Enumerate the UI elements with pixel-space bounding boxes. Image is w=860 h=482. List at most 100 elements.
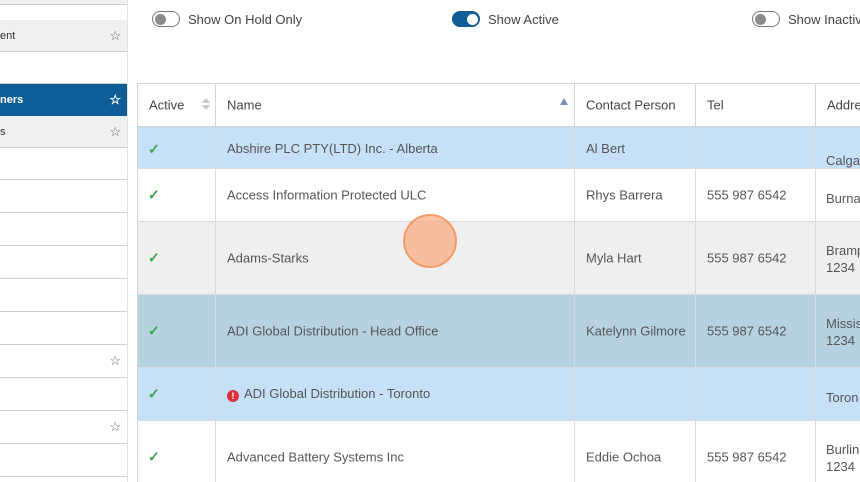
- show-on-hold-toggle[interactable]: Show On Hold Only: [152, 10, 302, 28]
- column-header-contact-label: Contact Person: [586, 97, 676, 113]
- sidebar-item[interactable]: [0, 279, 127, 312]
- alert-icon: !: [227, 390, 239, 402]
- switch-knob: [467, 13, 478, 25]
- contact-cell: Katelynn Gilmore: [575, 295, 696, 367]
- address-cell: Toron: [816, 368, 860, 420]
- address-line-2: 1234: [826, 332, 855, 348]
- address-cell: Missis 1234: [816, 295, 860, 367]
- sidebar-item[interactable]: [0, 180, 127, 213]
- column-header-name-label: Name: [227, 97, 262, 113]
- table-row[interactable]: ✓ Abshire PLC PTY(LTD) Inc. - Alberta Al B…: [138, 127, 860, 169]
- contact-person: Katelynn Gilmore: [586, 323, 686, 339]
- column-header-address[interactable]: Addre: [816, 84, 860, 127]
- inactive-switch[interactable]: [752, 11, 780, 27]
- column-header-name[interactable]: Name: [216, 84, 575, 127]
- sidebar-item[interactable]: ☆: [0, 0, 127, 5]
- switch-knob: [155, 13, 166, 25]
- sort-icon: [202, 98, 210, 110]
- active-check-icon: ✓: [148, 141, 160, 157]
- column-header-tel-label: Tel: [707, 97, 724, 113]
- table-row[interactable]: ✓ Access Information Protected ULC Rhys Ba…: [138, 169, 860, 222]
- customer-name-text: Adams-Starks: [227, 250, 309, 266]
- sidebar-item[interactable]: [0, 213, 127, 246]
- address-cell: Bramp1234: [816, 222, 860, 294]
- customer-name-text: Advanced Battery Systems Inc: [227, 449, 405, 465]
- sidebar-item[interactable]: [0, 312, 127, 345]
- column-header-contact[interactable]: Contact Person: [575, 84, 696, 127]
- favorite-star-icon[interactable]: ☆: [109, 353, 121, 369]
- column-header-active-label: Active: [149, 97, 185, 113]
- contact-person: Myla Hart: [586, 250, 642, 266]
- sidebar-item-label: ners: [0, 93, 24, 106]
- contact-cell: Al Bert: [575, 127, 696, 168]
- column-header-tel[interactable]: Tel: [696, 84, 816, 127]
- address-line-1: Burna: [826, 190, 860, 206]
- sort-ascending-icon: [560, 98, 568, 105]
- contact-person: Rhys Barrera: [586, 187, 663, 203]
- on-hold-switch[interactable]: [152, 11, 180, 27]
- active-cell: ✓: [138, 421, 216, 482]
- telephone: 555 987 6542: [707, 323, 787, 339]
- sidebar-item[interactable]: ☆: [0, 411, 127, 444]
- sidebar-item-label: ent: [0, 29, 16, 42]
- click-indicator: [403, 214, 457, 268]
- table-row[interactable]: ✓ Adams-Starks Myla Hart 555 987 6542 Bramp1…: [138, 222, 860, 295]
- show-on-hold-label: Show On Hold Only: [188, 11, 303, 27]
- address-line-1: Bramp: [826, 242, 860, 258]
- telephone: 555 987 6542: [707, 187, 787, 203]
- customers-grid: Active Name Contact Person Tel Addre ✓ Ab…: [137, 83, 860, 482]
- favorite-star-icon[interactable]: ☆: [109, 28, 121, 44]
- page: ☆ent☆ners☆s☆☆☆ Show On Hold Only Show Ac…: [0, 0, 860, 482]
- address-line-1: Burling: [826, 441, 860, 457]
- sidebar-item[interactable]: [0, 52, 127, 84]
- favorite-star-icon[interactable]: ☆: [109, 124, 121, 140]
- sidebar-item[interactable]: [0, 246, 127, 279]
- active-cell: ✓: [138, 169, 216, 221]
- customer-name: ADI Global Distribution - Head Office: [227, 324, 438, 339]
- contact-person: Al Bert: [586, 141, 626, 156]
- active-switch[interactable]: [452, 11, 480, 27]
- table-row[interactable]: ✓ ADI Global Distribution - Head Office Ka…: [138, 295, 860, 368]
- sidebar-item[interactable]: ent ☆: [0, 20, 127, 52]
- active-check-icon: ✓: [148, 385, 160, 402]
- address-line-1: Calgar: [826, 153, 860, 168]
- name-cell: Abshire PLC PTY(LTD) Inc. - Alberta: [216, 127, 575, 168]
- address-cell: Burna: [816, 169, 860, 221]
- customer-name-text: ADI Global Distribution - Toronto: [244, 386, 431, 401]
- tel-cell: [696, 368, 816, 420]
- active-check-icon: ✓: [148, 186, 160, 203]
- address-line-2: 1234: [826, 458, 855, 474]
- sidebar-item[interactable]: ☆: [0, 345, 127, 378]
- telephone: 555 987 6542: [707, 449, 787, 465]
- tel-cell: 555 987 6542: [696, 169, 816, 221]
- favorite-star-icon[interactable]: ☆: [109, 0, 121, 3]
- address-line-1: Toron: [826, 389, 859, 405]
- active-cell: ✓: [138, 368, 216, 420]
- tel-cell: 555 987 6542: [696, 222, 816, 294]
- show-inactive-toggle[interactable]: Show Inactiv: [752, 10, 860, 28]
- sidebar-item[interactable]: ners ☆: [0, 84, 127, 116]
- customer-name: Abshire PLC PTY(LTD) Inc. - Alberta: [227, 141, 438, 156]
- favorite-star-icon[interactable]: ☆: [109, 92, 121, 108]
- name-cell: ! ADI Global Distribution - Toronto: [216, 368, 575, 420]
- table-row[interactable]: ✓ Advanced Battery Systems Inc Eddie Ochoa…: [138, 421, 860, 482]
- name-cell: ADI Global Distribution - Head Office: [216, 295, 575, 367]
- name-cell: Access Information Protected ULC: [216, 169, 575, 221]
- sidebar-item[interactable]: [0, 378, 127, 411]
- contact-cell: Eddie Ochoa: [575, 421, 696, 482]
- sidebar-item[interactable]: [0, 444, 127, 477]
- active-cell: ✓: [138, 222, 216, 294]
- show-active-toggle[interactable]: Show Active: [452, 10, 559, 28]
- tel-cell: 555 987 6542: [696, 421, 816, 482]
- address-line-2: 1234: [826, 259, 855, 275]
- customer-name-text: ADI Global Distribution - Head Office: [227, 323, 439, 339]
- sidebar-item[interactable]: s ☆: [0, 116, 127, 148]
- sidebar-item-label: s: [0, 125, 6, 138]
- column-header-active[interactable]: Active: [138, 84, 216, 127]
- sidebar-item[interactable]: [0, 148, 127, 180]
- customer-name-text: Abshire PLC PTY(LTD) Inc. - Alberta: [227, 141, 438, 156]
- favorite-star-icon[interactable]: ☆: [109, 419, 121, 435]
- name-cell: Advanced Battery Systems Inc: [216, 421, 575, 482]
- name-cell: Adams-Starks: [216, 222, 575, 294]
- table-row[interactable]: ✓! ADI Global Distribution - Toronto Toron: [138, 368, 860, 421]
